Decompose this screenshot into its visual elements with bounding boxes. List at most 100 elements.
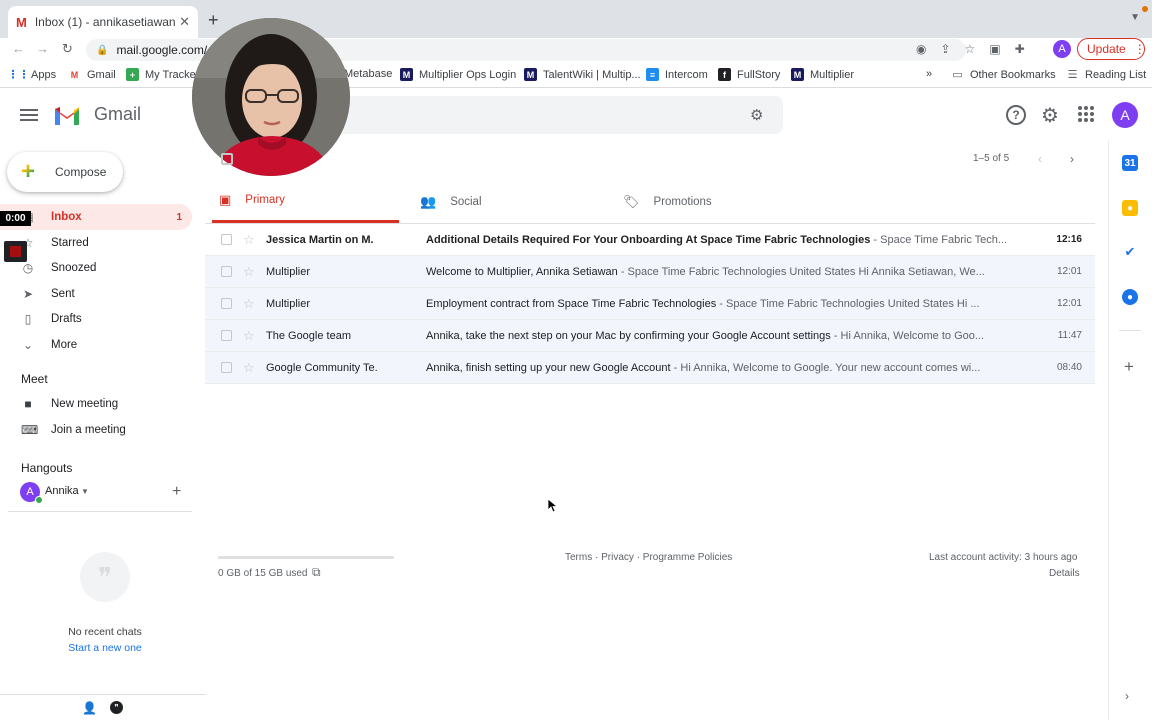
people-icon: 👥 (420, 193, 437, 209)
email-row[interactable]: ☆ Multiplier Welcome to Multiplier, Anni… (205, 256, 1095, 288)
newer-chevron-right-icon[interactable]: › (1070, 152, 1074, 166)
sidebar-item-snoozed[interactable]: ◷ Snoozed (0, 255, 192, 281)
pagination-count: 1–5 of 5 (973, 153, 1010, 164)
update-button[interactable]: Update ⋮ (1077, 38, 1146, 60)
email-select-checkbox[interactable] (221, 298, 232, 309)
bookmark-talentwiki[interactable]: M TalentWiki | Multip... (524, 68, 641, 81)
help-icon[interactable]: ? (1006, 105, 1026, 125)
bookmark-intercom[interactable]: ≡ Intercom (646, 68, 708, 81)
footer-links[interactable]: Terms · Privacy · Programme Policies (565, 552, 732, 563)
google-apps-icon[interactable] (1078, 106, 1094, 122)
new-tab-icon[interactable]: + (208, 10, 219, 31)
browser-tab-inbox[interactable]: M Inbox (1) - annikasetiawan.me ✕ (8, 6, 198, 38)
tasks-icon[interactable]: ✔ (1122, 244, 1138, 260)
select-all-checkbox[interactable] (221, 153, 233, 165)
draft-icon: ▯ (24, 312, 32, 326)
main-menu-icon[interactable] (20, 106, 38, 122)
get-addons-plus-icon[interactable]: + (1124, 357, 1134, 377)
bookmark-gmail[interactable]: M Gmail (68, 68, 116, 81)
gmail-logo-icon[interactable] (53, 104, 81, 126)
stop-recording-button[interactable] (4, 241, 27, 262)
tab-primary[interactable]: ▣ Primary (212, 180, 399, 223)
email-message: Employment contract from Space Time Fabr… (426, 298, 1011, 310)
email-sender: Jessica Martin on M. (266, 233, 374, 246)
activity-details-link[interactable]: Details (1049, 568, 1080, 579)
close-tab-icon[interactable]: ✕ (179, 14, 190, 30)
email-row[interactable]: ☆ The Google team Annika, take the next … (205, 320, 1095, 352)
email-row[interactable]: ☆ Google Community Te. Annika, finish se… (205, 352, 1095, 384)
email-sender: Multiplier (266, 297, 311, 310)
star-icon[interactable]: ☆ (243, 328, 255, 344)
contacts-person-icon[interactable]: 👤 (82, 701, 97, 715)
bookmark-my-tracker[interactable]: + My Tracker (126, 68, 199, 81)
bookmark-fullstory[interactable]: f FullStory (718, 68, 780, 81)
star-icon[interactable]: ☆ (243, 296, 255, 312)
browser-profile-avatar[interactable]: A (1053, 40, 1071, 58)
storage-usage-bar (218, 556, 394, 559)
email-message: Welcome to Multiplier, Annika Setiawan -… (426, 266, 1011, 278)
tab-social[interactable]: 👥 Social (420, 180, 610, 223)
email-subject: Annika, finish setting up your new Googl… (426, 361, 671, 374)
storage-usage-text: 0 GB of 15 GB used (218, 568, 308, 579)
email-select-checkbox[interactable] (221, 234, 232, 245)
reload-icon[interactable]: ↻ (62, 41, 73, 57)
account-avatar[interactable]: A (1112, 102, 1138, 128)
tab-search-chevron-icon[interactable]: ▼ (1130, 12, 1140, 23)
plus-box-icon: + (126, 68, 139, 81)
meet-section-title: Meet (21, 372, 48, 386)
bookmark-multiplier[interactable]: M Multiplier (791, 68, 854, 81)
webcam-overlay (192, 18, 350, 176)
bookmark-reading-list[interactable]: ☰ Reading List (1066, 68, 1147, 82)
star-icon[interactable]: ☆ (243, 264, 255, 280)
join-meeting-button[interactable]: ⌨ Join a meeting (0, 423, 126, 437)
compose-label: Compose (55, 165, 107, 179)
email-row[interactable]: ☆ Jessica Martin on M. Additional Detail… (205, 224, 1095, 256)
email-message: Annika, finish setting up your new Googl… (426, 362, 1011, 374)
open-in-new-icon[interactable]: ⧉ (312, 565, 321, 580)
multiplier-m-icon: M (524, 68, 537, 81)
tab-promotions[interactable]: 🏷 Promotions (623, 180, 813, 223)
sidebar-item-label: Snoozed (51, 262, 97, 274)
new-meeting-button[interactable]: ■ New meeting (0, 397, 118, 411)
compose-button[interactable]: + Compose (7, 152, 123, 192)
email-subject: Additional Details Required For Your Onb… (426, 233, 871, 246)
bookmark-multiplier-ops[interactable]: M Multiplier Ops Login (400, 68, 516, 81)
calendar-icon[interactable]: 31 (1122, 155, 1138, 171)
unread-count-badge: 1 (176, 211, 182, 223)
bookmark-label: FullStory (737, 68, 781, 81)
hangouts-user-name[interactable]: Annika (45, 485, 79, 497)
contacts-icon[interactable]: ● (1122, 289, 1138, 305)
bookmark-star-icon[interactable]: ☆ (965, 42, 976, 56)
new-conversation-plus-icon[interactable]: + (172, 483, 181, 501)
bookmark-metabase[interactable]: Metabase (344, 68, 392, 80)
settings-gear-icon[interactable]: ⚙ (1041, 103, 1059, 128)
keep-icon[interactable]: ● (1122, 200, 1138, 216)
notification-dot (1142, 6, 1148, 12)
email-row[interactable]: ☆ Multiplier Employment contract from Sp… (205, 288, 1095, 320)
sidebar-item-starred[interactable]: ☆ Starred (0, 230, 192, 256)
extension-icon[interactable]: ▣ (989, 42, 1000, 56)
show-side-panel-chevron-icon[interactable]: › (1125, 689, 1129, 703)
bookmark-apps[interactable]: ⋮⋮ Apps (8, 68, 57, 82)
star-icon[interactable]: ☆ (243, 232, 255, 248)
sidebar-item-sent[interactable]: ➤ Sent (0, 281, 192, 307)
email-select-checkbox[interactable] (221, 330, 232, 341)
bookmarks-overflow-button[interactable]: » (926, 68, 932, 80)
email-select-checkbox[interactable] (221, 362, 232, 373)
bookmark-other-bookmarks[interactable]: ▭ Other Bookmarks (951, 68, 1055, 82)
older-chevron-left-icon[interactable]: ‹ (1038, 152, 1042, 166)
hangouts-status-chevron-icon[interactable]: ▼ (81, 487, 89, 496)
email-select-checkbox[interactable] (221, 266, 232, 277)
star-icon[interactable]: ☆ (243, 360, 255, 376)
puzzle-icon[interactable]: ✚ (1015, 42, 1025, 56)
eye-icon[interactable]: ◉ (916, 42, 926, 56)
start-new-chat-link[interactable]: Start a new one (0, 642, 210, 654)
bookmark-label: Gmail (87, 68, 116, 81)
sidebar-item-more[interactable]: ⌄ More (0, 332, 192, 358)
hangouts-quote-icon[interactable]: ❞ (110, 701, 123, 714)
sidebar-item-drafts[interactable]: ▯ Drafts (0, 306, 192, 332)
forward-icon[interactable]: → (36, 41, 49, 56)
back-icon[interactable]: ← (12, 41, 25, 56)
search-options-tune-icon[interactable]: ⚙︎ (750, 106, 763, 124)
share-icon[interactable]: ⇪ (940, 42, 950, 56)
